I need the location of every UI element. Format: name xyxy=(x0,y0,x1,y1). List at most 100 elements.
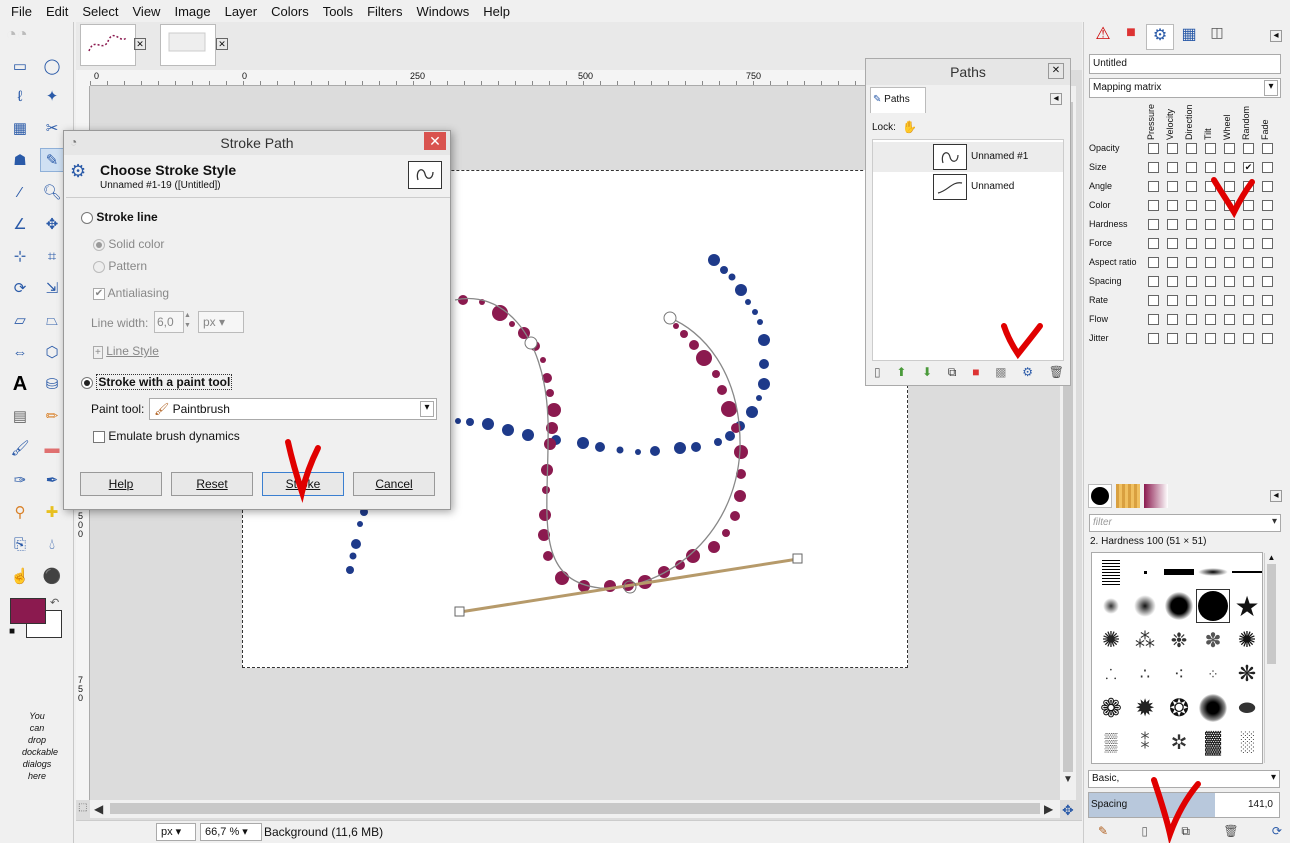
dynamics-checkbox[interactable] xyxy=(1243,219,1254,230)
dynamics-checkbox[interactable] xyxy=(1243,238,1254,249)
dynamics-checkbox[interactable] xyxy=(1262,143,1273,154)
dynamics-checkbox[interactable] xyxy=(1186,314,1197,325)
dynamics-checkbox[interactable] xyxy=(1186,181,1197,192)
brush-cell[interactable]: ✹ xyxy=(1128,691,1162,725)
dynamics-checkbox[interactable] xyxy=(1186,143,1197,154)
panel-menu-icon[interactable]: ◂ xyxy=(1050,93,1062,105)
paths-close-icon[interactable]: ✕ xyxy=(1048,63,1064,79)
zoom-select[interactable]: 66,7 % ▾ xyxy=(200,823,262,841)
stroke-line-option[interactable]: Stroke line xyxy=(81,210,158,224)
dynamics-checkbox[interactable] xyxy=(1167,295,1178,306)
brush-cell[interactable] xyxy=(1162,555,1196,589)
dynamics-checkbox[interactable] xyxy=(1186,276,1197,287)
dynamics-checkbox[interactable] xyxy=(1205,219,1216,230)
brushes-menu-icon[interactable]: ◂ xyxy=(1270,490,1282,502)
paint-tool-select[interactable]: 🖌︎ Paintbrush ▾ xyxy=(149,398,437,420)
dynamics-checkbox[interactable] xyxy=(1243,333,1254,344)
dynamics-checkbox[interactable] xyxy=(1148,143,1159,154)
dialog-close-button[interactable]: ✕ xyxy=(424,132,446,150)
dynamics-checkbox[interactable] xyxy=(1205,238,1216,249)
duplicate-brush-icon[interactable]: ⧉ xyxy=(1181,824,1190,840)
dynamics-checkbox[interactable] xyxy=(1186,162,1197,173)
dynamics-checkbox[interactable] xyxy=(1262,162,1273,173)
dynamics-checkbox[interactable] xyxy=(1167,257,1178,268)
brush-cell[interactable]: ❂ xyxy=(1162,691,1196,725)
refresh-brushes-icon[interactable]: ⟳ xyxy=(1272,824,1282,840)
lower-path-icon[interactable]: ⬇ xyxy=(922,365,932,381)
dynamics-checkbox[interactable] xyxy=(1205,333,1216,344)
unit-select[interactable]: px ▾ xyxy=(156,823,196,841)
brush-cell[interactable] xyxy=(1128,589,1162,623)
brush-cell[interactable] xyxy=(1196,691,1230,725)
dynamics-checkbox[interactable] xyxy=(1205,295,1216,306)
stroke-button[interactable]: Stroke xyxy=(262,472,344,496)
brush-cell[interactable]: ✺ xyxy=(1094,623,1128,657)
brush-cell[interactable]: ✽ xyxy=(1196,623,1230,657)
dynamics-checkbox[interactable] xyxy=(1205,200,1216,211)
line-width-spinner-icon[interactable]: ▲ ▼ xyxy=(184,311,194,333)
paths-tab[interactable]: ✎ Paths xyxy=(870,87,926,113)
raise-path-icon[interactable]: ⬆ xyxy=(896,365,906,381)
brush-cell[interactable]: ⁖ xyxy=(1162,657,1196,691)
solid-color-radio[interactable] xyxy=(93,238,105,251)
dynamics-checkbox[interactable] xyxy=(1224,276,1235,287)
dynamics-checkbox[interactable] xyxy=(1224,333,1235,344)
dynamics-checkbox[interactable] xyxy=(1224,219,1235,230)
line-style-expander[interactable]: + Line Style xyxy=(93,344,159,359)
line-width-unit-select[interactable]: px ▾ xyxy=(198,311,244,333)
pattern-option[interactable]: Pattern xyxy=(93,259,147,273)
brush-cell[interactable]: ░ xyxy=(1230,725,1264,759)
reset-button[interactable]: Reset xyxy=(171,472,253,496)
stroke-paint-option[interactable]: Stroke with a paint tool xyxy=(81,374,233,390)
brush-cell[interactable]: ❉ xyxy=(1162,623,1196,657)
brushes-tab-icon[interactable] xyxy=(1088,484,1112,508)
dynamics-checkbox[interactable] xyxy=(1243,314,1254,325)
dynamics-checkbox[interactable] xyxy=(1243,257,1254,268)
dynamics-checkbox[interactable] xyxy=(1224,200,1235,211)
scroll-left-icon[interactable]: ◀ xyxy=(94,802,103,816)
selection-to-path-icon[interactable]: ▩ xyxy=(995,365,1006,381)
dynamics-checkbox[interactable] xyxy=(1186,295,1197,306)
navigate-icon[interactable]: ✥ xyxy=(1062,802,1074,819)
antialiasing-checkbox[interactable]: ✔ xyxy=(93,287,105,300)
dynamics-checkbox[interactable] xyxy=(1224,295,1235,306)
brush-cell[interactable]: ✲ xyxy=(1162,725,1196,759)
dynamics-checkbox[interactable] xyxy=(1167,143,1178,154)
dynamics-checkbox[interactable] xyxy=(1262,219,1273,230)
dynamics-checkbox[interactable] xyxy=(1262,314,1273,325)
dynamics-checkbox[interactable] xyxy=(1148,333,1159,344)
brush-filter-input[interactable]: filter ▾ xyxy=(1089,514,1281,532)
antialiasing-option[interactable]: ✔ Antialiasing xyxy=(93,286,169,300)
dynamics-checkbox[interactable] xyxy=(1205,257,1216,268)
path-to-selection-icon[interactable]: ■ xyxy=(972,365,979,381)
brush-scroll-up-icon[interactable]: ▲ xyxy=(1265,553,1278,562)
brush-cell[interactable]: ⸫ xyxy=(1094,657,1128,691)
dynamics-checkbox[interactable] xyxy=(1205,143,1216,154)
dynamics-checkbox[interactable] xyxy=(1262,238,1273,249)
scroll-thumb-h[interactable] xyxy=(110,803,1040,814)
cancel-button[interactable]: Cancel xyxy=(353,472,435,496)
dropdown-chevron-icon[interactable]: ▾ xyxy=(420,401,434,417)
brush-cell[interactable] xyxy=(1196,555,1230,589)
brush-cell[interactable]: ▓ xyxy=(1196,725,1230,759)
device-status-icon[interactable]: ◫ xyxy=(1204,24,1230,50)
dynamics-checkbox[interactable] xyxy=(1262,257,1273,268)
tag-dropdown-icon[interactable]: ▾ xyxy=(1271,772,1276,783)
brush-cell[interactable] xyxy=(1094,589,1128,623)
dynamics-checkbox[interactable] xyxy=(1224,162,1235,173)
brush-cell[interactable]: ⁂ xyxy=(1128,623,1162,657)
dynamics-checkbox[interactable] xyxy=(1167,162,1178,173)
brush-scroll-thumb[interactable] xyxy=(1267,564,1276,664)
dynamics-checkbox[interactable] xyxy=(1262,333,1273,344)
dynamics-checkbox[interactable] xyxy=(1224,143,1235,154)
brush-cell[interactable]: ▒ xyxy=(1094,725,1128,759)
gradients-tab-icon[interactable] xyxy=(1144,484,1168,508)
dynamics-checkbox[interactable] xyxy=(1167,219,1178,230)
dynamics-checkbox[interactable] xyxy=(1167,181,1178,192)
dynamics-checkbox[interactable] xyxy=(1224,181,1235,192)
dynamics-checkbox[interactable] xyxy=(1186,238,1197,249)
dynamics-checkbox[interactable] xyxy=(1148,276,1159,287)
dynamics-checkbox[interactable] xyxy=(1224,314,1235,325)
emulate-dynamics-option[interactable]: Emulate brush dynamics xyxy=(93,429,240,443)
dynamics-checkbox[interactable] xyxy=(1167,200,1178,211)
